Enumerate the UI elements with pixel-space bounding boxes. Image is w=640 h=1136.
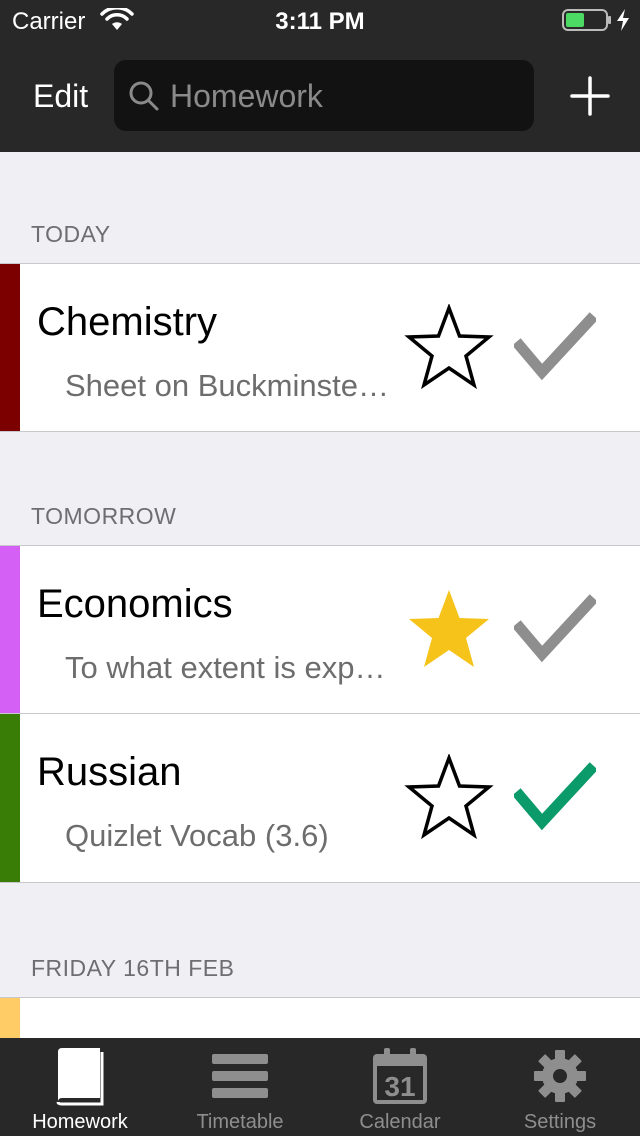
tab-label: Timetable xyxy=(196,1111,284,1133)
search-input[interactable] xyxy=(170,74,520,118)
checkmark-done-icon[interactable] xyxy=(514,762,596,832)
top-bar: Carrier 3:11 PM Edit xyxy=(0,0,640,152)
subject-label: Chemistry xyxy=(37,300,218,344)
edit-button[interactable]: Edit xyxy=(33,78,88,115)
tab-label: Settings xyxy=(523,1111,597,1133)
search-field[interactable] xyxy=(114,60,534,131)
status-bar: Carrier 3:11 PM xyxy=(0,0,640,40)
star-outline-icon[interactable] xyxy=(404,304,494,390)
homework-row[interactable]: Chemistry Sheet on Buckminsterfullerene xyxy=(0,263,640,432)
tab-timetable[interactable]: Timetable xyxy=(160,1038,320,1136)
checkmark-icon[interactable] xyxy=(514,594,596,664)
book-icon xyxy=(56,1048,104,1106)
status-time: 3:11 PM xyxy=(275,8,365,35)
homework-description: Quizlet Vocab (3.6) xyxy=(65,818,329,853)
gear-icon xyxy=(534,1050,586,1102)
subject-color-bar xyxy=(0,264,20,431)
subject-label: Economics xyxy=(37,582,233,626)
charging-icon xyxy=(617,9,629,31)
homework-description: To what extent is expansionary fiscal po… xyxy=(65,650,395,685)
section-header-friday: FRIDAY 16TH FEB xyxy=(31,955,235,981)
calendar-badge: 31 xyxy=(384,1071,415,1102)
star-filled-icon[interactable] xyxy=(404,586,494,672)
navigation-bar: Edit xyxy=(0,60,640,132)
section-header-today: TODAY xyxy=(31,221,111,247)
tab-homework[interactable]: Homework xyxy=(0,1038,160,1136)
checkmark-icon[interactable] xyxy=(514,312,596,382)
list-icon xyxy=(212,1054,268,1098)
battery-icon xyxy=(562,9,611,31)
homework-description: Sheet on Buckminsterfullerene xyxy=(65,368,395,403)
subject-color-bar xyxy=(0,714,20,882)
plus-icon[interactable] xyxy=(570,76,610,116)
tab-label: Homework xyxy=(32,1111,128,1133)
tab-label: Calendar xyxy=(359,1111,441,1133)
subject-label: Russian xyxy=(37,750,182,794)
subject-color-bar xyxy=(0,546,20,713)
section-header-tomorrow: TOMORROW xyxy=(31,503,177,529)
calendar-icon: 31 xyxy=(373,1048,427,1104)
tab-bar: Homework Timetable 31 Calendar Settings xyxy=(0,1038,640,1136)
homework-row[interactable]: Economics To what extent is expansionary… xyxy=(0,545,640,714)
tab-calendar[interactable]: 31 Calendar xyxy=(320,1038,480,1136)
search-icon xyxy=(129,81,159,111)
homework-row[interactable]: Russian Quizlet Vocab (3.6) xyxy=(0,714,640,883)
star-outline-icon[interactable] xyxy=(404,754,494,840)
tab-settings[interactable]: Settings xyxy=(480,1038,640,1136)
